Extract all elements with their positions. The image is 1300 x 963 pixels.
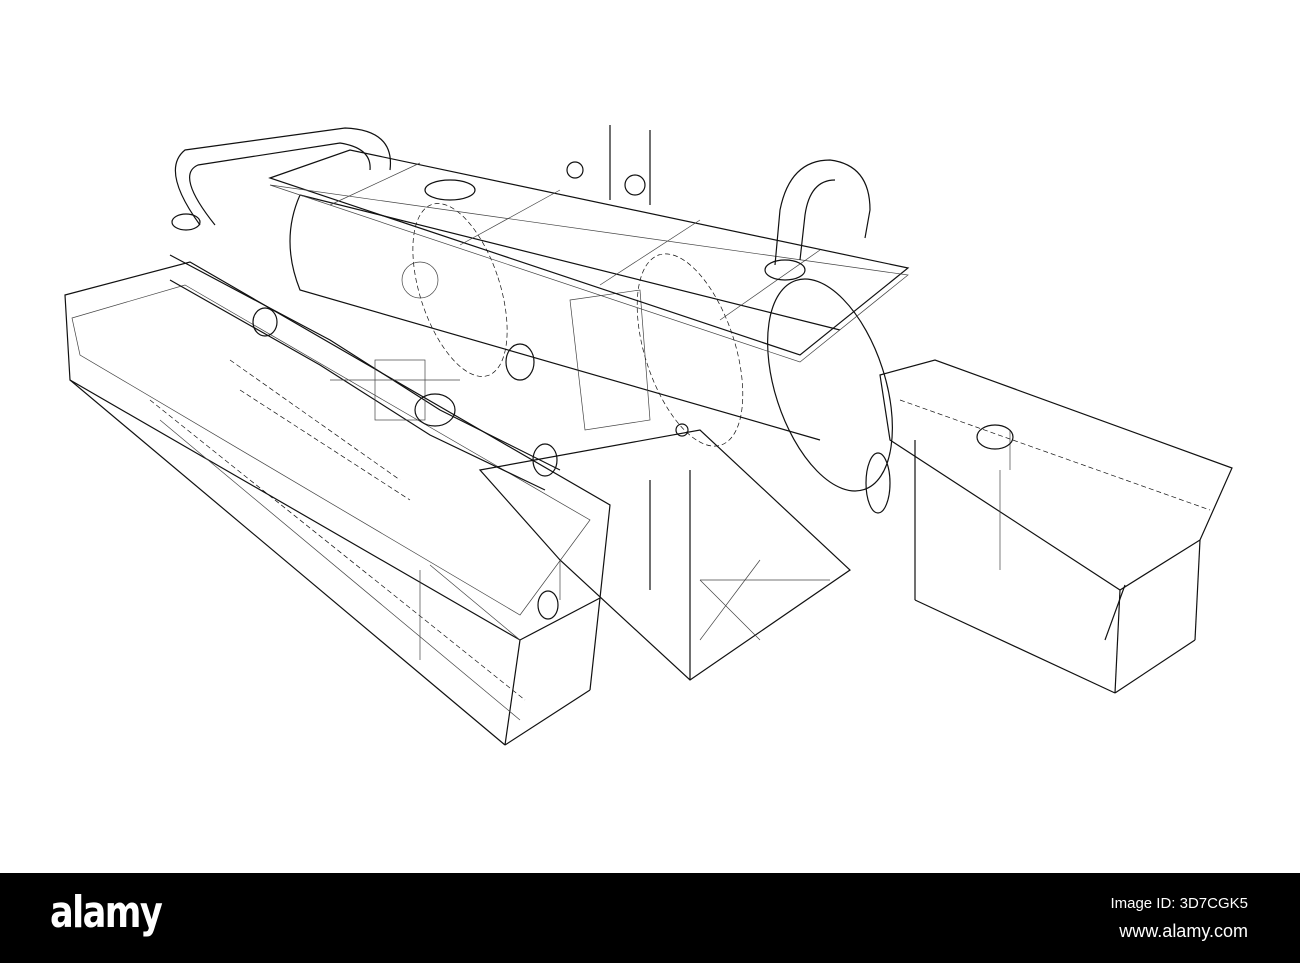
website-link[interactable]: www.alamy.com (1119, 921, 1248, 942)
horizontal-tank (289, 194, 893, 514)
left-skid-frame (64, 261, 611, 746)
watermark-footer: alamy Image ID: 3D7CGK5 www.alamy.com (0, 873, 1300, 963)
image-id-label: Image ID: 3D7CGK5 (1110, 895, 1248, 912)
center-stand (478, 429, 851, 681)
pipes (169, 125, 871, 620)
top-platform (268, 149, 910, 363)
alamy-logo[interactable]: alamy (50, 887, 163, 938)
wireframe-illustration (0, 0, 1300, 873)
right-skid-frame (879, 359, 1233, 694)
industrial-separator-wireframe (64, 125, 1233, 746)
